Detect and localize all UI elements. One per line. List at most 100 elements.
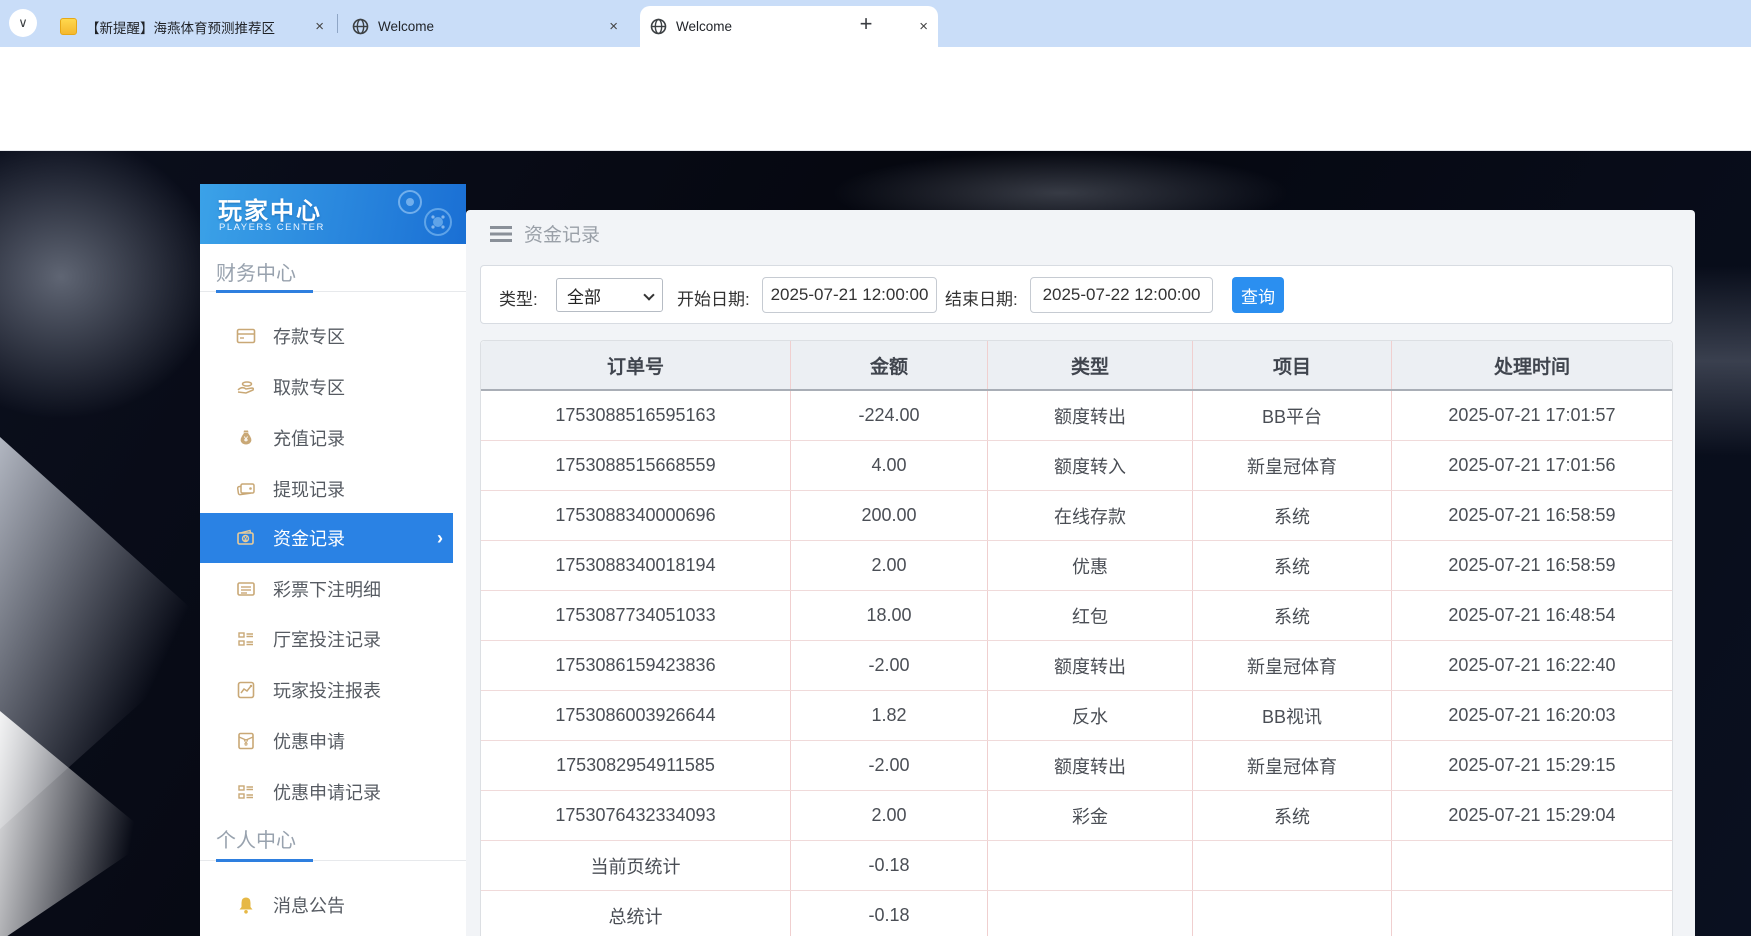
hamburger-menu-icon[interactable]: [490, 225, 512, 243]
tab-notification[interactable]: 【新提醒】海燕体育预测推荐区 ×: [50, 6, 334, 47]
sidebar-item-deposit-zone[interactable]: 存款专区: [200, 311, 466, 361]
table-body: 1753088516595163-224.00额度转出BB平台2025-07-2…: [481, 391, 1672, 936]
type-select-value: 全部: [567, 283, 601, 308]
column-header: 金额: [791, 341, 988, 389]
table-cell: 新皇冠体育: [1193, 741, 1392, 790]
table-row: 1753086159423836-2.00额度转出新皇冠体育2025-07-21…: [481, 641, 1672, 691]
table-cell: 2025-07-21 17:01:57: [1392, 391, 1672, 440]
checklist-icon: [236, 782, 256, 802]
chevron-down-icon: ∨: [18, 15, 28, 31]
sidebar-item-recharge-records[interactable]: ¥ 充值记录: [200, 413, 466, 463]
sidebar-banner-title: 玩家中心: [218, 191, 322, 226]
table-row: 17530885156685594.00额度转入新皇冠体育2025-07-21 …: [481, 441, 1672, 491]
tab-title: 【新提醒】海燕体育预测推荐区: [86, 17, 307, 37]
table-cell: 1753076432334093: [481, 791, 791, 840]
table-cell: 2025-07-21 16:20:03: [1392, 691, 1672, 740]
table-cell: 1753086003926644: [481, 691, 791, 740]
sidebar-item-label: 提现记录: [273, 476, 345, 502]
table-cell: 4.00: [791, 441, 988, 490]
checklist-icon: [236, 629, 256, 649]
sidebar-item-label: 优惠申请: [273, 728, 345, 754]
sidebar-item-announcements[interactable]: 消息公告: [200, 880, 466, 930]
close-icon[interactable]: ×: [609, 18, 618, 35]
main-content-panel: 资金记录 类型: 全部 开始日期: 结束日期: 查询 订单号 金额 类型 项目 …: [466, 210, 1695, 936]
bg-streak: [0, 151, 230, 431]
bell-icon: [236, 895, 256, 915]
end-date-input[interactable]: [1030, 277, 1213, 313]
sidebar-item-lottery-bet-details[interactable]: 彩票下注明细: [200, 564, 466, 614]
table-cell: -0.18: [791, 841, 988, 890]
section-divider: [200, 860, 466, 861]
table-cell: 优惠: [988, 541, 1193, 590]
table-row: 17530883400181942.00优惠系统2025-07-21 16:58…: [481, 541, 1672, 591]
table-cell: 额度转出: [988, 741, 1193, 790]
globe-icon: [352, 18, 369, 35]
table-row: 当前页统计-0.18: [481, 841, 1672, 891]
sidebar-item-hall-bet-records[interactable]: 厅室投注记录: [200, 614, 466, 664]
sidebar-item-withdrawal-records[interactable]: 提现记录: [200, 464, 466, 514]
tab-welcome-2-active[interactable]: Welcome ×: [640, 6, 938, 47]
table-cell: 1753086159423836: [481, 641, 791, 690]
table-cell: 2025-07-21 15:29:15: [1392, 741, 1672, 790]
table-cell: BB视讯: [1193, 691, 1392, 740]
sidebar-item-promo-apply-records[interactable]: 优惠申请记录: [200, 767, 466, 817]
sidebar-item-promo-apply[interactable]: ¥ 优惠申请: [200, 716, 466, 766]
browser-tab-bar: ∨ 【新提醒】海燕体育预测推荐区 × Welcome × Welcome × +: [0, 0, 1751, 47]
page-title: 资金记录: [524, 220, 600, 247]
table-cell: [1193, 841, 1392, 890]
new-tab-button[interactable]: +: [852, 10, 880, 38]
sidebar-item-label: 优惠申请记录: [273, 779, 381, 805]
tab-welcome-1[interactable]: Welcome ×: [342, 6, 628, 47]
globe-icon: [650, 18, 667, 35]
sidebar-banner: 玩家中心 PLAYERS CENTER: [200, 184, 466, 244]
table-cell: 2025-07-21 17:01:56: [1392, 441, 1672, 490]
table-cell: -224.00: [791, 391, 988, 440]
table-cell: 18.00: [791, 591, 988, 640]
table-cell: 系统: [1193, 791, 1392, 840]
table-cell: 1753088340018194: [481, 541, 791, 590]
table-cell: 2.00: [791, 791, 988, 840]
column-header: 订单号: [481, 341, 791, 389]
table-cell: 1.82: [791, 691, 988, 740]
table-cell: 2025-07-21 16:58:59: [1392, 541, 1672, 590]
table-row: 17530764323340932.00彩金系统2025-07-21 15:29…: [481, 791, 1672, 841]
table-cell: 2025-07-21 16:48:54: [1392, 591, 1672, 640]
tab-search-button[interactable]: ∨: [9, 9, 37, 37]
table-cell: 额度转出: [988, 641, 1193, 690]
sidebar-item-label: 充值记录: [273, 425, 345, 451]
column-header: 项目: [1193, 341, 1392, 389]
close-icon[interactable]: ×: [315, 18, 324, 35]
table-cell: -2.00: [791, 641, 988, 690]
list-icon: [236, 579, 256, 599]
type-label: 类型:: [499, 285, 538, 310]
start-date-input[interactable]: [762, 277, 937, 313]
report-chart-icon: [236, 680, 256, 700]
sidebar-item-label: 厅室投注记录: [273, 626, 381, 652]
table-cell: 1753087734051033: [481, 591, 791, 640]
type-select[interactable]: 全部: [556, 278, 663, 312]
chevron-down-icon: [643, 289, 654, 300]
column-header: 处理时间: [1392, 341, 1672, 389]
close-icon[interactable]: ×: [919, 18, 928, 35]
table-cell: 在线存款: [988, 491, 1193, 540]
table-cell: [1392, 841, 1672, 890]
sidebar-item-label: 彩票下注明细: [273, 576, 381, 602]
section-divider: [200, 291, 466, 292]
table-cell: 1753088516595163: [481, 391, 791, 440]
table-cell: -2.00: [791, 741, 988, 790]
table-cell: 1753082954911585: [481, 741, 791, 790]
sidebar-item-funds-records[interactable]: ¥ 资金记录 ›: [200, 513, 453, 563]
table-cell: 彩金: [988, 791, 1193, 840]
table-cell: [988, 891, 1193, 936]
svg-text:¥: ¥: [244, 536, 248, 543]
sidebar-item-player-bet-report[interactable]: 玩家投注报表: [200, 665, 466, 715]
table-cell: 2025-07-21 16:58:59: [1392, 491, 1672, 540]
sidebar-item-label: 取款专区: [273, 374, 345, 400]
query-button[interactable]: 查询: [1232, 277, 1284, 313]
table-cell: 额度转入: [988, 441, 1193, 490]
sidebar-item-withdraw-zone[interactable]: 取款专区: [200, 362, 466, 412]
table-cell: 1753088515668559: [481, 441, 791, 490]
filter-bar: 类型: 全部 开始日期: 结束日期: 查询: [480, 265, 1673, 324]
sidebar-banner-subtitle: PLAYERS CENTER: [219, 222, 325, 233]
table-header-row: 订单号 金额 类型 项目 处理时间: [481, 341, 1672, 391]
